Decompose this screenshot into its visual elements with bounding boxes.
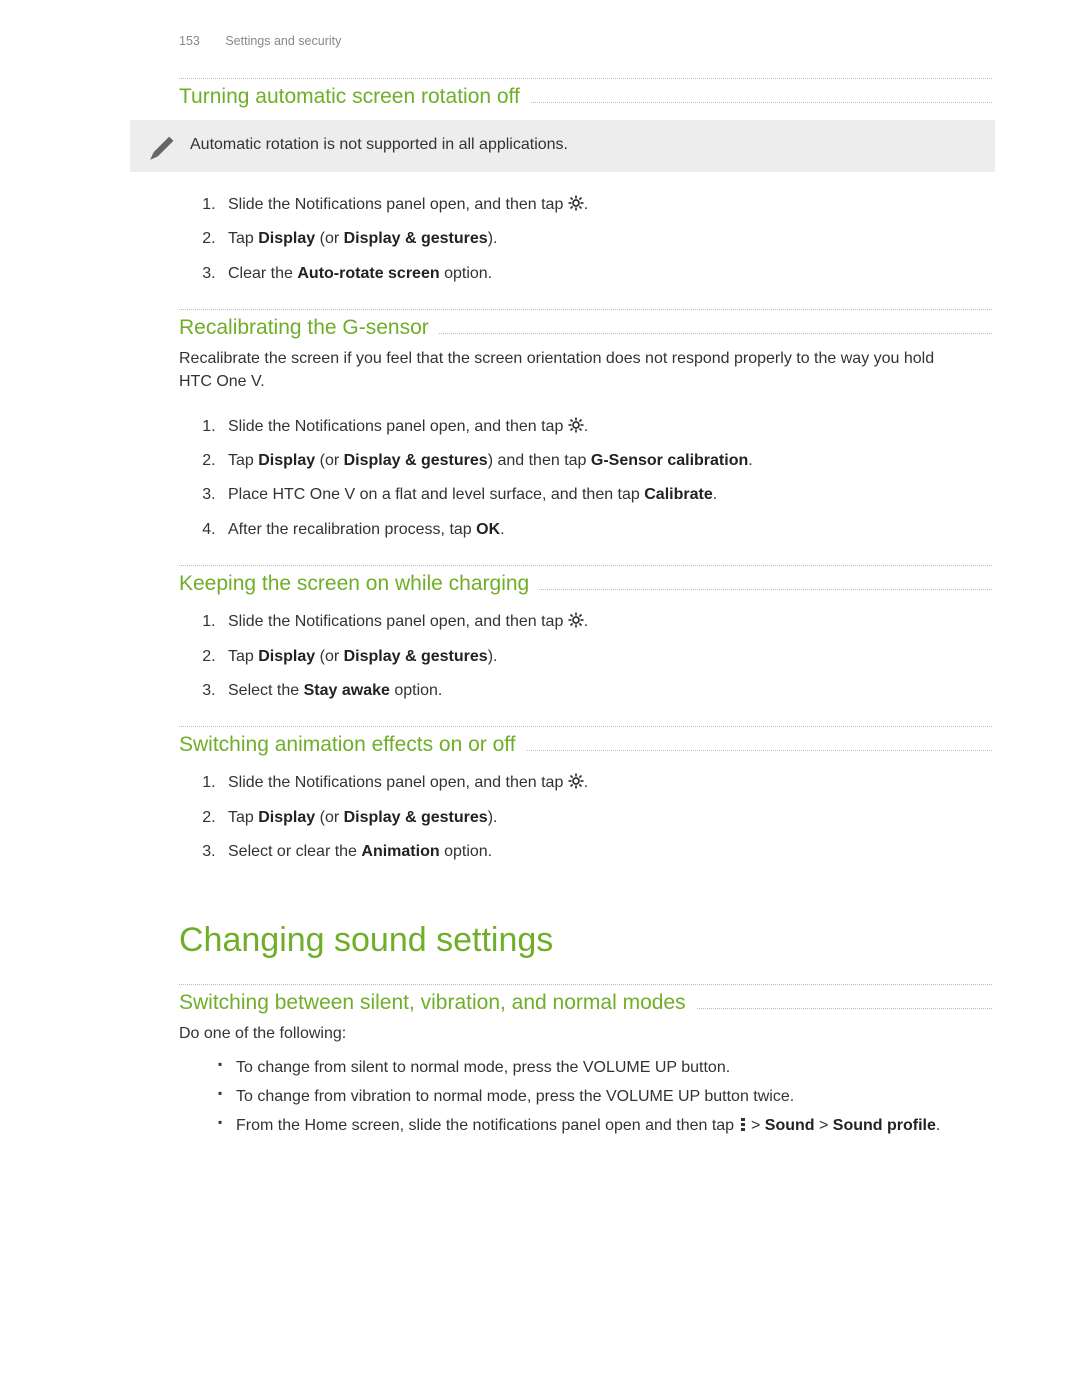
settings-icon [568,612,584,628]
note-callout: Automatic rotation is not supported in a… [130,120,995,172]
section-animation: Switching animation effects on or off Sl… [0,726,1080,863]
step-item: Select or clear the Animation option. [220,841,980,863]
pencil-icon [142,132,178,168]
section-heading: Turning automatic screen rotation off [179,85,530,109]
page-main: Turning automatic screen rotation off Au… [0,78,1080,1137]
step-item: Tap Display (or Display & gestures) and … [220,450,980,472]
step-item: Place HTC One V on a flat and level surf… [220,484,980,506]
section-heading: Keeping the screen on while charging [179,572,539,596]
step-item: Slide the Notifications panel open, and … [220,416,980,438]
step-item: After the recalibration process, tap OK. [220,519,980,541]
page-number: 153 [179,34,200,48]
page-section-name: Settings and security [225,34,341,48]
callout-text: Automatic rotation is not supported in a… [190,136,568,153]
steps-list: Slide the Notifications panel open, and … [220,772,980,863]
section-heading: Recalibrating the G-sensor [179,316,439,340]
bullet-item: From the Home screen, slide the notifica… [218,1114,988,1137]
steps-list: Slide the Notifications panel open, and … [220,416,980,542]
bullet-item: To change from vibration to normal mode,… [218,1085,988,1108]
settings-icon [568,773,584,789]
section-rotation: Turning automatic screen rotation off Au… [0,78,1080,285]
step-item: Slide the Notifications panel open, and … [220,772,980,794]
major-heading: Changing sound settings [179,921,1080,960]
settings-icon [568,195,584,211]
bullet-list: To change from silent to normal mode, pr… [218,1056,988,1138]
page-header: 153 Settings and security [0,0,1080,54]
section-gsensor: Recalibrating the G-sensor Recalibrate t… [0,309,1080,541]
step-item: Tap Display (or Display & gestures). [220,807,980,829]
section-sound-modes: Switching between silent, vibration, and… [0,984,1080,1137]
document-page: 153 Settings and security Turning automa… [0,0,1080,1397]
section-intro: Do one of the following: [179,1022,959,1045]
settings-icon [568,417,584,433]
step-item: Slide the Notifications panel open, and … [220,194,980,216]
step-item: Slide the Notifications panel open, and … [220,611,980,633]
section-heading: Switching between silent, vibration, and… [179,991,696,1015]
steps-list: Slide the Notifications panel open, and … [220,611,980,702]
section-paragraph: Recalibrate the screen if you feel that … [179,347,959,393]
section-heading: Switching animation effects on or off [179,733,526,757]
menu-dots-icon [739,1116,747,1131]
steps-list: Slide the Notifications panel open, and … [220,194,980,285]
section-charging: Keeping the screen on while charging Sli… [0,565,1080,702]
step-item: Clear the Auto-rotate screen option. [220,263,980,285]
step-item: Tap Display (or Display & gestures). [220,646,980,668]
step-item: Tap Display (or Display & gestures). [220,228,980,250]
step-item: Select the Stay awake option. [220,680,980,702]
bullet-item: To change from silent to normal mode, pr… [218,1056,988,1079]
